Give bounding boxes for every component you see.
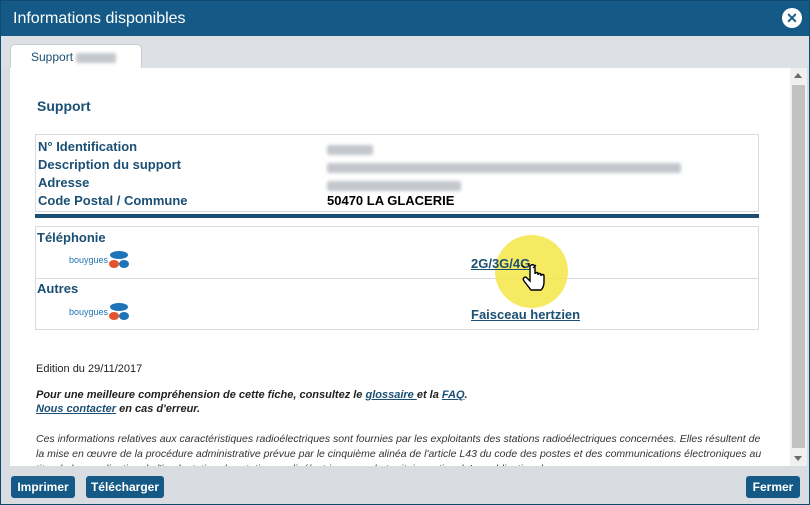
vertical-scrollbar[interactable] xyxy=(790,68,807,466)
footer-bar: Imprimer Télécharger Fermer xyxy=(1,468,809,504)
tab-strip: Support xyxy=(1,36,809,69)
label-code-postal: Code Postal / Commune xyxy=(38,193,188,208)
section-title: Support xyxy=(37,98,91,114)
tab-label: Support xyxy=(31,50,74,64)
bouygues-logo-telephonie: bouygues xyxy=(69,250,135,270)
label-description: Description du support xyxy=(38,157,181,172)
value-description-redacted xyxy=(327,159,681,174)
content-panel: Support N° Identification Description du… xyxy=(10,68,790,466)
contact-link[interactable]: Nous contacter xyxy=(36,403,116,415)
operators-divider xyxy=(35,278,759,279)
separator-bar xyxy=(35,214,759,218)
download-button[interactable]: Télécharger xyxy=(86,476,164,498)
help-text: Pour une meilleure compréhension de cett… xyxy=(36,389,468,415)
bouygues-logo-autres: bouygues xyxy=(69,302,135,322)
scroll-down-icon[interactable] xyxy=(794,456,802,461)
print-button[interactable]: Imprimer xyxy=(11,476,75,498)
info-dialog: Informations disponibles ✕ Support Suppo… xyxy=(0,0,810,505)
title-bar: Informations disponibles ✕ xyxy=(1,1,809,36)
faq-link[interactable]: FAQ xyxy=(442,389,465,401)
glossaire-link[interactable]: glossaire xyxy=(365,389,416,401)
scroll-up-icon[interactable] xyxy=(794,73,802,78)
label-adresse: Adresse xyxy=(38,175,90,190)
close-icon[interactable]: ✕ xyxy=(782,8,802,28)
value-code-postal: 50470 LA GLACERIE xyxy=(327,193,455,208)
telephonie-title: Téléphonie xyxy=(37,230,106,245)
edition-date: Edition du 29/11/2017 xyxy=(36,363,143,375)
autres-title: Autres xyxy=(37,281,79,296)
label-identification: N° Identification xyxy=(38,139,138,154)
tab-id-redacted xyxy=(76,52,117,63)
scroll-thumb[interactable] xyxy=(792,85,805,448)
link-faisceau-hertzien[interactable]: Faisceau hertzien xyxy=(471,307,580,322)
disclaimer-text: Ces informations relatives aux caractéri… xyxy=(36,433,762,466)
close-button[interactable]: Fermer xyxy=(746,476,800,498)
dialog-title: Informations disponibles xyxy=(13,10,186,27)
value-adresse-redacted xyxy=(327,177,461,192)
support-info-box: N° Identification Description du support… xyxy=(35,134,759,212)
value-identification-redacted xyxy=(327,141,373,156)
hand-cursor-icon xyxy=(521,263,545,291)
tab-support[interactable]: Support xyxy=(10,44,142,69)
